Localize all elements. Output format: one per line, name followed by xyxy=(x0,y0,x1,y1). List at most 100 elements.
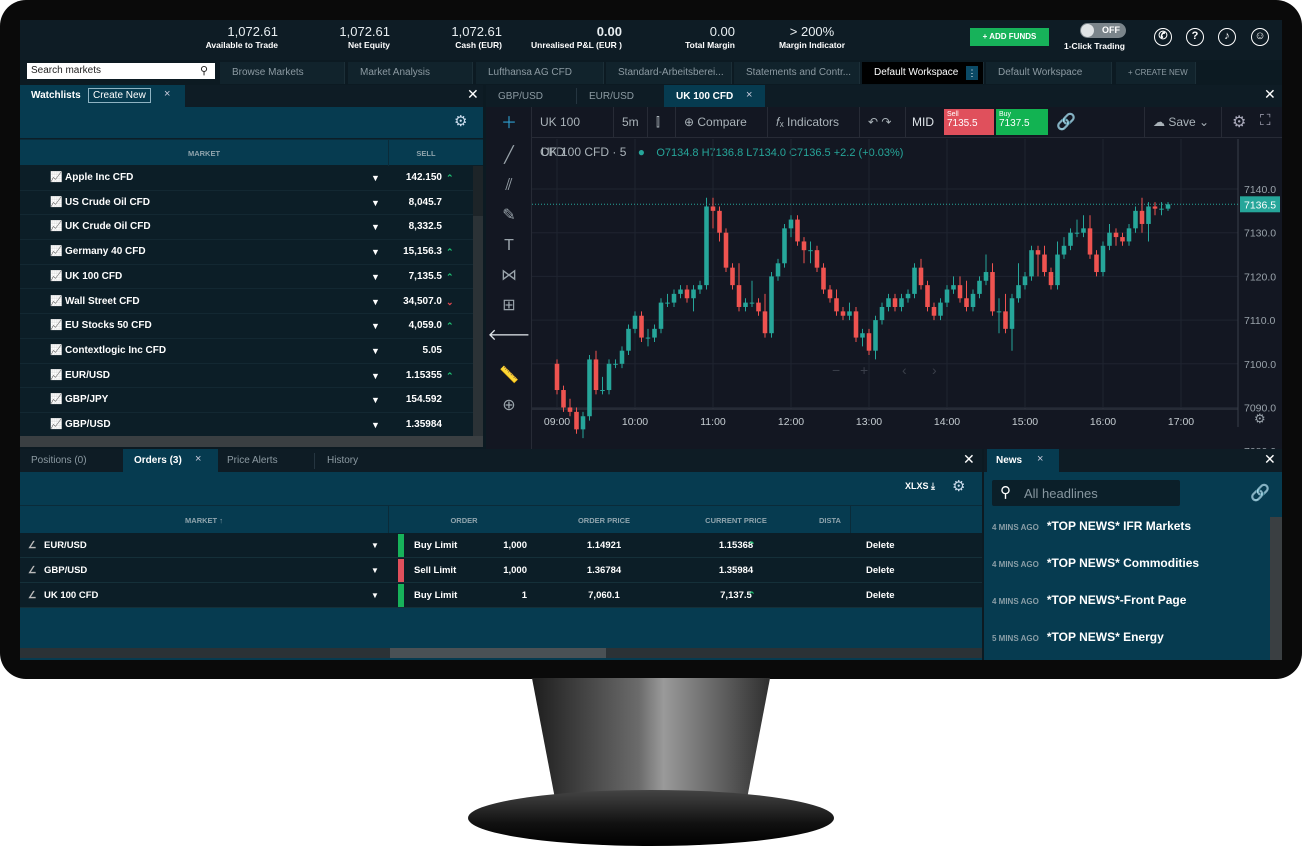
tab-standard[interactable]: Standard-Arbeitsberei... xyxy=(606,62,732,84)
scroll-left-icon[interactable]: ‹ xyxy=(902,362,907,378)
close-panel-icon[interactable]: ✕ xyxy=(467,86,479,103)
search-icon[interactable]: ⚲ xyxy=(200,64,208,77)
candle[interactable] xyxy=(613,363,618,365)
candle[interactable] xyxy=(827,289,833,299)
watchlist-row[interactable]: 📈 Contextlogic Inc CFD ▼ 5.05 xyxy=(20,339,473,364)
axis-settings-icon[interactable]: ⚙ xyxy=(1254,411,1266,426)
candle[interactable] xyxy=(782,228,787,264)
candle[interactable] xyxy=(1029,250,1034,277)
create-new-workspace-button[interactable]: + CREATE NEW xyxy=(1116,62,1196,84)
candle[interactable] xyxy=(970,293,976,307)
candle[interactable] xyxy=(665,302,670,304)
candle[interactable] xyxy=(1139,210,1145,224)
dropdown-caret-icon[interactable]: ▼ xyxy=(371,215,380,239)
sell-price[interactable]: 5.05 xyxy=(390,339,442,363)
export-xlsx-button[interactable]: XLXS ⤓ xyxy=(905,481,935,492)
trend-line-icon[interactable]: ╱ xyxy=(486,141,532,171)
candle[interactable] xyxy=(899,298,904,307)
dropdown-caret-icon[interactable]: ▼ xyxy=(371,533,379,558)
candle[interactable] xyxy=(717,210,722,233)
dropdown-caret-icon[interactable]: ▼ xyxy=(371,166,380,190)
chart-icon[interactable]: 📈 xyxy=(50,364,62,388)
tab-market-analysis[interactable]: Market Analysis xyxy=(348,62,473,84)
candle[interactable] xyxy=(736,285,742,307)
order-row[interactable]: ∠ GBP/USD ▼ Sell Limit 1,000 1.36784 1.35984 De… xyxy=(20,558,982,583)
dropdown-caret-icon[interactable]: ▼ xyxy=(371,290,380,314)
delete-order-button[interactable]: Delete xyxy=(866,533,895,558)
sell-price[interactable]: 142.150 xyxy=(390,166,442,190)
candle[interactable] xyxy=(684,289,690,299)
watchlist-row[interactable]: 📈 US Crude Oil CFD ▼ 8,045.7 xyxy=(20,191,473,216)
candle[interactable] xyxy=(1152,206,1158,209)
edit-icon[interactable]: ∠ xyxy=(28,558,37,583)
watchlist-row[interactable]: 📈 EU Stocks 50 CFD ▼ 4,059.0 ⌃ xyxy=(20,314,473,339)
dropdown-caret-icon[interactable]: ▼ xyxy=(371,191,380,215)
candle[interactable] xyxy=(990,272,995,312)
close-tab-icon[interactable]: × xyxy=(1037,453,1043,465)
candle[interactable] xyxy=(652,328,657,338)
add-funds-button[interactable]: + ADD FUNDS xyxy=(970,28,1049,46)
watchlist-row[interactable]: 📈 GBP/JPY ▼ 154.592 xyxy=(20,388,473,413)
dropdown-caret-icon[interactable]: ▼ xyxy=(371,583,379,608)
sell-price[interactable]: 7,135.5 xyxy=(390,265,442,289)
tab-statements[interactable]: Statements and Contr... xyxy=(734,62,860,84)
candle[interactable] xyxy=(1146,206,1151,224)
edit-icon[interactable]: ∠ xyxy=(28,533,37,558)
candle[interactable] xyxy=(762,311,768,334)
candle[interactable] xyxy=(1074,232,1080,234)
candle[interactable] xyxy=(645,337,651,339)
candle[interactable] xyxy=(983,272,989,281)
settings-gear-icon[interactable]: ⚙ xyxy=(1232,112,1246,132)
save-button[interactable]: ☁ Save ⌄ xyxy=(1144,107,1222,137)
tab-price-alerts[interactable]: Price Alerts xyxy=(227,455,278,466)
close-tab-icon[interactable]: × xyxy=(164,88,170,100)
help-icon[interactable]: ? xyxy=(1186,28,1204,46)
candle[interactable] xyxy=(1087,228,1093,255)
settings-gear-icon[interactable]: ⚙ xyxy=(952,477,965,495)
column-distance[interactable]: DISTA xyxy=(810,516,850,525)
candle[interactable] xyxy=(574,411,579,430)
candle[interactable] xyxy=(1081,228,1086,233)
candle[interactable] xyxy=(710,206,716,211)
candle[interactable] xyxy=(808,250,813,252)
candle[interactable] xyxy=(704,206,709,286)
dropdown-caret-icon[interactable]: ▼ xyxy=(371,265,380,289)
candle[interactable] xyxy=(769,276,774,334)
column-current-price[interactable]: CURRENT PRICE xyxy=(670,516,802,525)
sell-price[interactable]: 1.15355 xyxy=(390,364,442,388)
candle[interactable] xyxy=(639,315,644,338)
candle[interactable] xyxy=(678,289,683,294)
candle[interactable] xyxy=(925,285,930,307)
column-market[interactable]: MARKET ↑ xyxy=(20,516,388,525)
text-icon[interactable]: T xyxy=(486,231,532,261)
candle[interactable] xyxy=(1055,254,1060,286)
tab-lufthansa[interactable]: Lufthansa AG CFD xyxy=(476,62,604,84)
workspace-menu-icon[interactable]: ⋮ xyxy=(966,66,978,80)
candle[interactable] xyxy=(938,302,943,316)
order-row[interactable]: ∠ EUR/USD ▼ Buy Limit 1,000 1.14921 1.15368 ⌃ De… xyxy=(20,533,982,558)
scroll-right-icon[interactable]: › xyxy=(932,362,937,378)
candle[interactable] xyxy=(743,302,748,307)
order-row[interactable]: ∠ UK 100 CFD ▼ Buy Limit 1 7,060.1 7,137.5 ⌃ Del… xyxy=(20,583,982,608)
sell-button[interactable]: Sell 7135.5 xyxy=(944,109,994,135)
sell-price[interactable]: 4,059.0 xyxy=(390,314,442,338)
candle[interactable] xyxy=(1003,311,1008,329)
candle[interactable] xyxy=(756,302,761,312)
candle[interactable] xyxy=(1016,285,1021,299)
interval-selector[interactable]: 5m xyxy=(614,107,648,137)
candle[interactable] xyxy=(957,285,963,299)
candle[interactable] xyxy=(730,267,735,286)
close-panel-icon[interactable]: ✕ xyxy=(1264,451,1276,468)
tab-watchlists[interactable]: Watchlists Create New × xyxy=(20,85,185,107)
candle[interactable] xyxy=(554,363,560,391)
zoom-in-icon[interactable]: ⊕ xyxy=(486,391,532,421)
link-icon[interactable]: 🔗 xyxy=(1056,112,1076,132)
buy-button[interactable]: Buy 7137.5 xyxy=(996,109,1048,135)
candle[interactable] xyxy=(561,390,566,408)
chart-icon[interactable]: 📈 xyxy=(50,339,62,363)
close-panel-icon[interactable]: ✕ xyxy=(1264,86,1276,103)
candle[interactable] xyxy=(749,302,755,304)
watchlist-row[interactable]: 📈 UK 100 CFD ▼ 7,135.5 ⌃ xyxy=(20,265,473,290)
indicators-button[interactable]: 𝑓ₓ Indicators xyxy=(768,107,860,137)
candle[interactable] xyxy=(606,363,612,391)
